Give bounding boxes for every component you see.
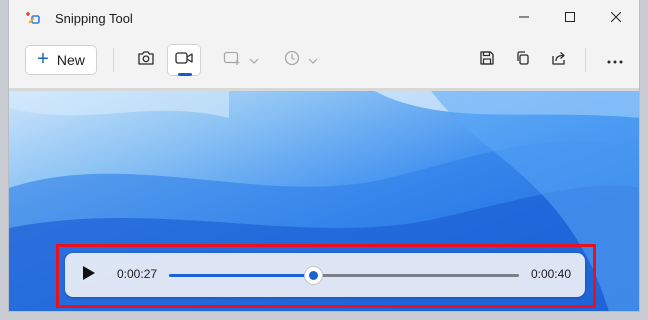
share-button[interactable] <box>543 44 575 76</box>
toolbar: + New <box>9 36 639 88</box>
camera-icon <box>137 50 155 71</box>
copy-icon <box>515 50 531 71</box>
chevron-down-icon <box>308 51 318 69</box>
rectangle-snip-icon <box>223 50 241 71</box>
maximize-button[interactable] <box>547 0 593 36</box>
toolbar-divider <box>585 48 586 72</box>
seek-bar-thumb[interactable] <box>304 267 322 284</box>
share-icon <box>551 50 567 71</box>
video-camera-icon <box>175 51 193 70</box>
recording-preview: 0:00:27 0:00:40 <box>9 88 639 311</box>
capture-mode-group <box>129 44 203 76</box>
snip-shape-dropdown[interactable] <box>219 44 263 76</box>
more-icon <box>607 51 623 69</box>
delay-dropdown[interactable] <box>279 44 323 76</box>
seek-bar[interactable] <box>169 267 519 284</box>
total-time: 0:00:40 <box>530 267 571 281</box>
close-button[interactable] <box>593 0 639 36</box>
save-button[interactable] <box>471 44 503 76</box>
play-button[interactable] <box>79 265 99 285</box>
current-time: 0:00:27 <box>117 267 158 281</box>
content-top-border <box>9 88 639 91</box>
selected-mode-indicator <box>178 73 192 76</box>
seek-bar-progress <box>169 274 313 277</box>
maximize-icon <box>565 9 575 27</box>
chevron-down-icon <box>249 51 259 69</box>
plus-icon: + <box>37 48 49 70</box>
snipping-tool-logo-icon <box>25 10 41 26</box>
record-mode-button[interactable] <box>167 44 201 76</box>
screenshot-mode-button[interactable] <box>129 44 163 76</box>
play-icon <box>82 265 96 286</box>
new-button-label: New <box>56 52 85 68</box>
new-button[interactable]: + New <box>25 45 97 75</box>
title-bar: Snipping Tool <box>9 0 639 36</box>
minimize-icon <box>519 9 529 27</box>
more-options-button[interactable] <box>599 44 631 76</box>
copy-button[interactable] <box>507 44 539 76</box>
close-icon <box>610 9 622 27</box>
save-icon <box>479 50 495 71</box>
window-title: Snipping Tool <box>55 11 133 26</box>
video-player-controls: 0:00:27 0:00:40 <box>65 253 585 297</box>
clock-icon <box>284 50 300 71</box>
snipping-tool-window: Snipping Tool + New 0:00:27 0:00:40 <box>8 0 640 312</box>
minimize-button[interactable] <box>501 0 547 36</box>
toolbar-divider <box>113 48 114 72</box>
